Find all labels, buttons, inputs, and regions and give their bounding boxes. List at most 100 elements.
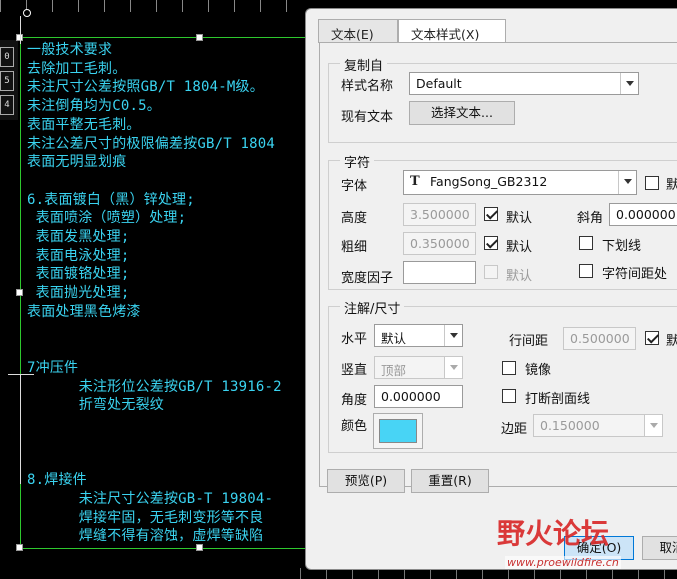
width-factor-label: 宽度因子 <box>341 271 394 286</box>
origin-grip-icon[interactable] <box>23 9 31 17</box>
margin-label: 边距 <box>501 422 528 437</box>
note-line: 6.表面镀白（黑）锌处理; <box>27 191 195 208</box>
slant-label: 斜角 <box>577 211 604 226</box>
thickness-default-label: 默认 <box>506 240 533 255</box>
watermark-logo: 野火论坛 <box>497 517 610 550</box>
note-line: 表面处理黑色烤漆 <box>27 303 141 320</box>
margin-select[interactable]: 0.150000 <box>533 414 663 437</box>
thickness-default-checkbox[interactable] <box>484 236 498 250</box>
tab-text-style[interactable]: 文本样式(X) <box>398 19 506 44</box>
chevron-down-icon[interactable] <box>620 73 638 94</box>
note-line: 表面喷涂（喷塑）处理; <box>27 210 187 227</box>
note-line: 表面发黑处理; <box>27 229 130 246</box>
top-ruler <box>0 0 310 12</box>
group-title: 复制自 <box>340 55 388 74</box>
height-default-checkbox[interactable] <box>484 207 498 221</box>
height-label: 高度 <box>341 211 368 226</box>
break-hatch-checkbox[interactable] <box>502 389 516 403</box>
height-input[interactable]: 3.500000 <box>403 203 476 226</box>
char-spacing-checkbox[interactable] <box>579 264 593 278</box>
horizontal-label: 水平 <box>341 332 368 347</box>
technical-requirements-note[interactable]: 一般技术要求 去除加工毛刺。 未注尺寸公差按照GB/T 1804-M级。 未注倒角均为… <box>27 41 282 546</box>
font-default-label: 默 <box>666 174 677 193</box>
mirror-checkbox[interactable] <box>502 361 516 375</box>
resize-handle[interactable] <box>16 289 23 296</box>
note-line: 焊缝不得有溶蚀，虚焊等缺陷 <box>27 528 264 545</box>
style-name-value: Default <box>416 76 462 91</box>
reset-button[interactable]: 重置(R) <box>411 469 489 493</box>
group-title: 注解/尺寸 <box>340 298 405 317</box>
chevron-down-icon[interactable] <box>444 325 462 346</box>
note-line: 表面抛光处理; <box>27 285 130 302</box>
chevron-down-icon[interactable] <box>644 415 662 436</box>
color-label: 颜色 <box>341 419 368 434</box>
font-value: FangSong_GB2312 <box>430 174 548 189</box>
resize-handle[interactable] <box>16 544 23 551</box>
vertical-select[interactable]: 顶部 <box>374 356 463 379</box>
note-line <box>27 434 282 453</box>
note-line: 8.焊接件 <box>27 472 87 489</box>
slant-input[interactable]: 0.000000 <box>609 203 677 226</box>
note-line: 表面镀铬处理; <box>27 266 130 283</box>
note-line <box>27 452 282 471</box>
font-select[interactable]: T FangSong_GB2312 <box>403 170 637 195</box>
tab-text[interactable]: 文本(E) <box>318 19 398 43</box>
note-line <box>27 415 282 434</box>
line-spacing-default-checkbox[interactable] <box>645 331 659 345</box>
font-default-checkbox[interactable] <box>645 176 659 190</box>
note-line: 未注公差尺寸的极限偏差按GB/T 1804 <box>27 135 276 152</box>
horizontal-select[interactable]: 默认 <box>374 324 463 347</box>
line-spacing-input[interactable]: 0.500000 <box>563 327 636 350</box>
selection-frame-bottom <box>20 548 310 549</box>
break-hatch-label: 打断剖面线 <box>525 392 591 407</box>
select-text-button[interactable]: 选择文本... <box>409 101 515 125</box>
angle-label: 角度 <box>341 393 368 408</box>
note-line: 去除加工毛刺。 <box>27 60 127 77</box>
vertical-value: 顶部 <box>381 363 407 378</box>
width-factor-input[interactable] <box>403 261 476 284</box>
font-label: 字体 <box>341 179 368 194</box>
table-cell: 4 <box>0 95 14 115</box>
note-line: 未注尺寸公差按照GB/T 1804-M级。 <box>27 79 264 96</box>
thickness-label: 粗细 <box>341 240 368 255</box>
resize-handle[interactable] <box>196 34 203 41</box>
mirror-label: 镜像 <box>525 363 552 378</box>
note-line: 折弯处无裂纹 <box>27 397 164 414</box>
margin-value: 0.150000 <box>540 418 600 433</box>
note-line <box>27 322 282 341</box>
watermark-url: www.proewildfire.cn <box>505 556 621 569</box>
line-spacing-default-label: 默 <box>666 330 677 349</box>
width-default-label: 默认 <box>506 269 533 284</box>
truetype-font-icon: T <box>410 174 420 189</box>
chevron-down-icon[interactable] <box>444 357 462 378</box>
thickness-input[interactable]: 0.350000 <box>403 232 476 255</box>
existing-text-label: 现有文本 <box>341 110 394 125</box>
cancel-button[interactable]: 取消 <box>642 536 677 560</box>
preview-button[interactable]: 预览(P) <box>327 469 405 493</box>
color-swatch <box>379 419 417 443</box>
chevron-down-icon[interactable] <box>618 171 636 194</box>
height-default-label: 默认 <box>506 211 533 226</box>
angle-input[interactable]: 0.000000 <box>374 385 463 408</box>
table-cell: 0 <box>0 47 14 67</box>
note-line: 7冲压件 <box>27 359 79 376</box>
note-line: 表面平整无毛刺。 <box>27 116 141 133</box>
style-name-label: 样式名称 <box>341 79 394 94</box>
note-line: 表面电泳处理; <box>27 247 130 264</box>
horizontal-value: 默认 <box>381 331 407 346</box>
leader-line <box>20 16 21 44</box>
note-line: 未注形位公差按GB/T 13916-2 <box>27 378 282 395</box>
line-spacing-label: 行间距 <box>509 334 549 349</box>
underline-label: 下划线 <box>602 239 642 254</box>
note-line: 表面无明显划痕 <box>27 154 127 171</box>
underline-checkbox[interactable] <box>579 236 593 250</box>
note-line <box>27 172 282 191</box>
style-name-select[interactable]: Default <box>409 72 639 95</box>
table-cell: 5 <box>0 71 14 91</box>
color-picker-button[interactable] <box>373 413 423 449</box>
width-default-checkbox[interactable] <box>484 265 498 279</box>
note-line: 未注倒角均为C0.5。 <box>27 98 161 115</box>
vertical-label: 竖直 <box>341 363 368 378</box>
text-style-dialog: 文本(E) 文本样式(X) 复制自 样式名称 Default 现有文本 选择文本… <box>305 8 677 570</box>
note-line: 未注尺寸公差按GB-T 19804- <box>27 490 274 507</box>
